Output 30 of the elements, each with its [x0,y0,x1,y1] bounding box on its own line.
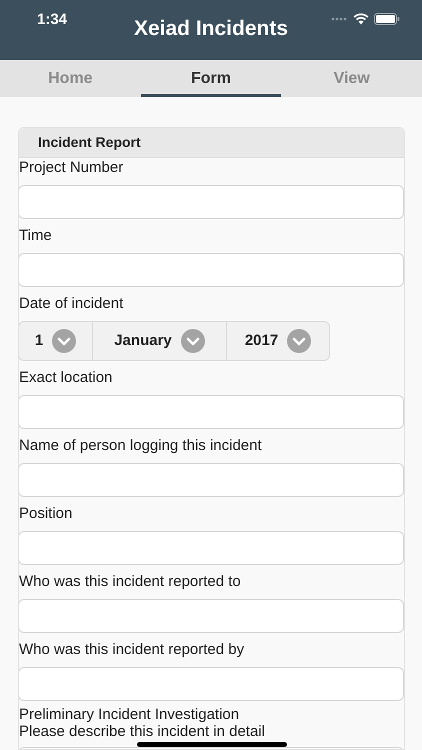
field-label: Preliminary Incident Investigation [19,705,240,723]
input-field[interactable] [19,531,404,565]
date-select[interactable]: January [93,321,227,361]
field-label: Please describe this incident in detail [19,723,265,740]
chevron-down-icon [287,329,312,353]
field-label: Who was this incident reported to [19,572,241,592]
field-label: Exact location [19,368,112,388]
field-label: Who was this incident reported by [19,640,244,660]
input-field[interactable] [19,599,404,633]
field-label: Project Number [19,158,124,178]
date-select[interactable]: 1 [19,321,93,361]
input-field[interactable] [19,667,404,701]
app-title: Xeiad Incidents [134,17,288,41]
signal-icon [331,17,348,21]
status-time: 1:34 [37,11,68,29]
input-field[interactable] [19,253,404,287]
field-label: Date of incident [19,294,124,314]
input-field[interactable] [19,185,404,219]
form-header: Incident Report [19,128,404,158]
wifi-icon [353,13,369,25]
field-label: Name of person logging this incident [19,436,262,456]
chevron-down-icon [180,329,205,353]
input-field[interactable] [19,463,404,497]
battery-icon [374,13,400,25]
date-select[interactable]: 2017 [227,321,330,361]
chevron-down-icon [52,329,76,353]
input-field[interactable] [19,395,404,429]
tab[interactable]: Form [140,60,282,97]
field-label: Position [19,504,72,524]
field-label: Time [19,226,52,246]
